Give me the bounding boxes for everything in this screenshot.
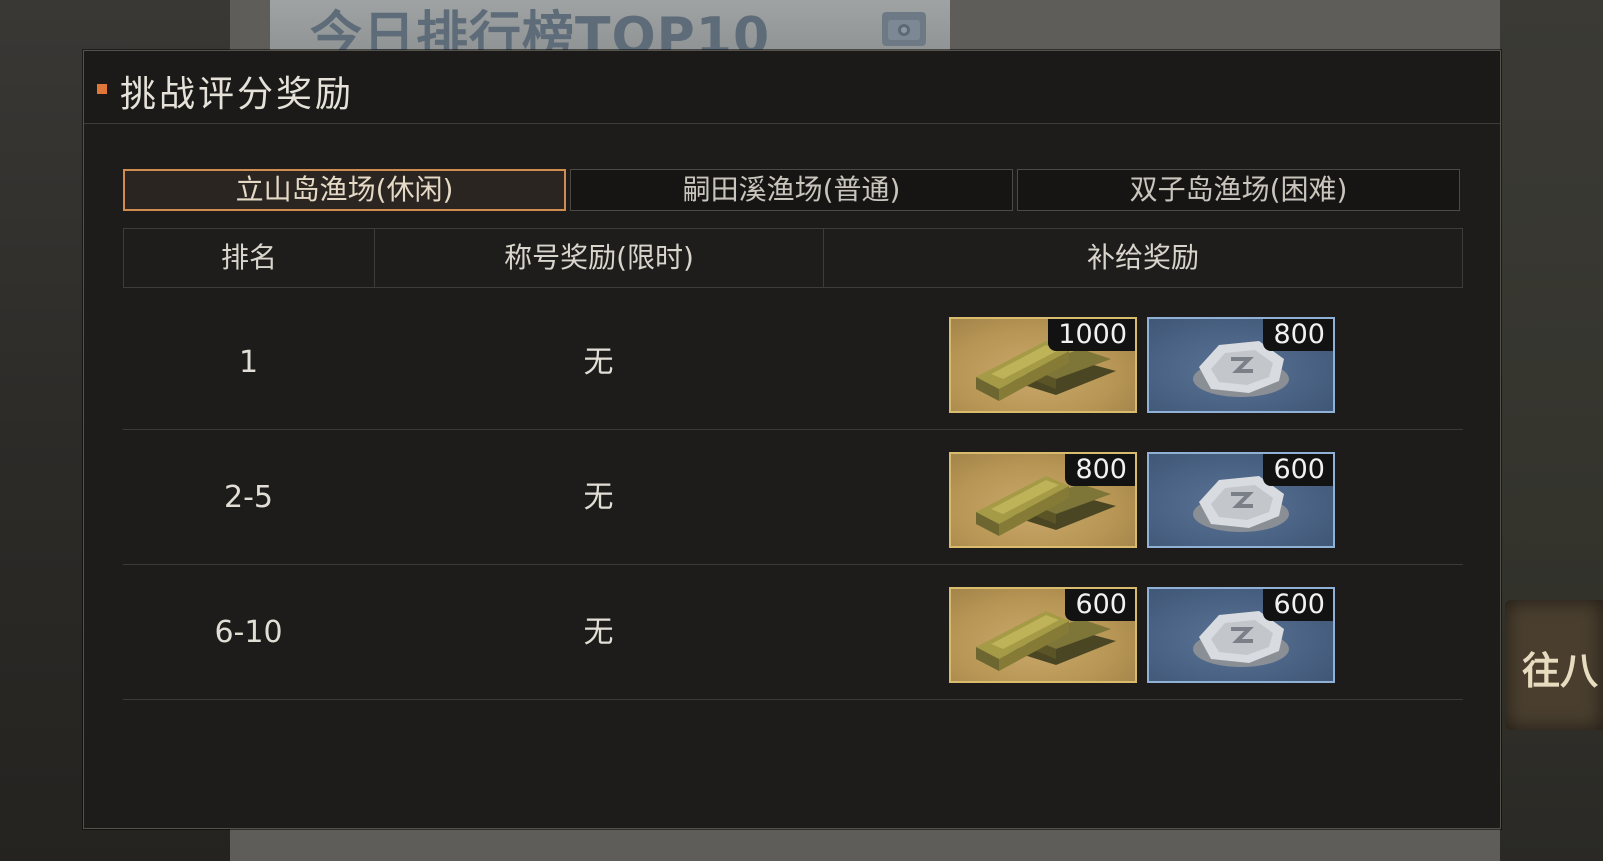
reward-quantity: 800: [1263, 319, 1333, 351]
rank-cell: 1: [238, 345, 259, 380]
table-row: 6-10 无 600 600: [123, 565, 1463, 700]
tab-situan-creek[interactable]: 嗣田溪渔场(普通): [570, 169, 1013, 211]
gold-reward-item[interactable]: 600: [949, 587, 1137, 683]
title-reward-cell: 无: [583, 345, 614, 380]
rank-cell: 2-5: [224, 480, 273, 515]
gold-reward-item[interactable]: 800: [949, 452, 1137, 548]
background-right-scene: [1500, 0, 1603, 861]
background-camera-icon: [882, 12, 926, 46]
reward-quantity: 1000: [1048, 319, 1135, 351]
silver-reward-item[interactable]: 600: [1147, 587, 1335, 683]
header-title-reward: 称号奖励(限时): [375, 229, 824, 287]
silver-reward-item[interactable]: 600: [1147, 452, 1335, 548]
rank-cell: 6-10: [214, 615, 283, 650]
tab-twin-island[interactable]: 双子岛渔场(困难): [1017, 169, 1460, 211]
challenge-reward-panel: 挑战评分奖励 立山岛渔场(休闲) 嗣田溪渔场(普通) 双子岛渔场(困难) 排名 …: [83, 50, 1501, 829]
reward-quantity: 600: [1263, 454, 1333, 486]
reward-quantity: 600: [1263, 589, 1333, 621]
table-row: 2-5 无 800 600: [123, 430, 1463, 565]
background-right-sign-text: 往八: [1522, 649, 1599, 693]
header-supply-reward: 补给奖励: [1086, 241, 1199, 274]
panel-title: 挑战评分奖励: [120, 74, 355, 115]
header-rank: 排名: [124, 229, 375, 287]
table-row: 1 无 1000 800: [123, 295, 1463, 430]
reward-quantity: 600: [1065, 589, 1135, 621]
tab-lishan-island[interactable]: 立山岛渔场(休闲): [123, 169, 566, 211]
silver-reward-item[interactable]: 800: [1147, 317, 1335, 413]
title-marker-icon: [97, 84, 107, 94]
title-reward-cell: 无: [583, 480, 614, 515]
gold-reward-item[interactable]: 1000: [949, 317, 1137, 413]
reward-quantity: 800: [1065, 454, 1135, 486]
reward-table-header: 排名 称号奖励(限时) 补给奖励: [123, 228, 1463, 288]
title-reward-cell: 无: [583, 615, 614, 650]
panel-header: 挑战评分奖励: [84, 51, 1500, 124]
